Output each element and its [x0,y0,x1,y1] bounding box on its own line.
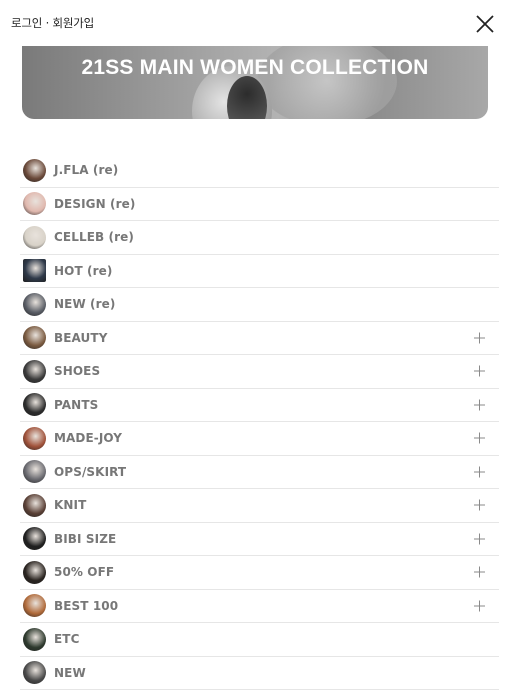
collection-banner[interactable]: 21SS MAIN WOMEN COLLECTION [22,46,488,119]
category-thumbnail [23,426,46,450]
category-label: OPS/SKIRT [54,464,127,479]
expand-plus-icon[interactable] [474,466,485,478]
category-thumbnail [23,158,46,182]
expand-plus-icon[interactable] [474,399,485,411]
auth-links: 로그인 · 회원가입 [11,15,94,31]
category-item[interactable]: BIBI SIZE [20,523,499,556]
category-thumbnail [23,192,46,216]
category-thumbnail [23,259,46,283]
category-item[interactable]: NEW [20,657,499,690]
banner-title: 21SS MAIN WOMEN COLLECTION [81,56,429,79]
category-thumbnail [23,627,46,651]
category-item[interactable]: J.FLA (re) [20,154,499,188]
category-label: ETC [54,632,80,647]
category-label: HOT (re) [54,263,113,278]
top-bar: 로그인 · 회원가입 [0,0,509,46]
auth-separator: · [42,16,53,30]
category-thumbnail [23,560,46,584]
expand-plus-icon[interactable] [474,533,485,545]
signup-link[interactable]: 회원가입 [53,16,95,30]
login-link[interactable]: 로그인 [11,16,42,30]
category-item[interactable]: MADE-JOY [20,422,499,456]
category-item[interactable]: SHOES [20,355,499,389]
expand-plus-icon[interactable] [474,600,485,612]
expand-plus-icon[interactable] [474,566,485,578]
category-thumbnail [23,225,46,249]
close-icon[interactable] [473,12,497,36]
category-thumbnail [23,393,46,417]
category-label: PANTS [54,397,99,412]
category-thumbnail [23,359,46,383]
category-item[interactable]: DESIGN (re) [20,188,499,221]
category-label: BEAUTY [54,330,108,345]
category-thumbnail [23,326,46,350]
category-label: SHOES [54,364,101,379]
category-item[interactable]: KNIT [20,489,499,523]
category-item[interactable]: CELLEB (re) [20,221,499,255]
category-thumbnail [23,661,46,685]
expand-plus-icon[interactable] [474,499,485,511]
category-item[interactable]: ETC [20,623,499,657]
category-label: NEW [54,665,86,680]
category-label: BEST 100 [54,598,119,613]
expand-plus-icon[interactable] [474,365,485,377]
category-label: MADE-JOY [54,431,123,446]
category-label: CELLEB (re) [54,230,134,245]
category-item[interactable]: BEAUTY [20,322,499,355]
expand-plus-icon[interactable] [474,432,485,444]
category-item[interactable]: OPS/SKIRT [20,456,499,489]
category-label: J.FLA (re) [54,163,119,178]
category-label: BIBI SIZE [54,531,117,546]
category-item[interactable]: NEW (re) [20,288,499,322]
category-thumbnail [23,594,46,618]
category-item[interactable]: HOT (re) [20,255,499,288]
category-label: DESIGN (re) [54,196,136,211]
category-thumbnail [23,527,46,551]
expand-plus-icon[interactable] [474,332,485,344]
category-item[interactable]: 50% OFF [20,556,499,590]
category-label: NEW (re) [54,297,116,312]
category-menu: J.FLA (re) DESIGN (re) CELLEB (re) HOT (re)… [20,154,499,690]
category-thumbnail [23,493,46,517]
category-thumbnail [23,292,46,316]
category-thumbnail [23,460,46,484]
category-label: 50% OFF [54,565,115,580]
category-item[interactable]: BEST 100 [20,590,499,623]
category-item[interactable]: PANTS [20,389,499,422]
category-label: KNIT [54,498,87,513]
